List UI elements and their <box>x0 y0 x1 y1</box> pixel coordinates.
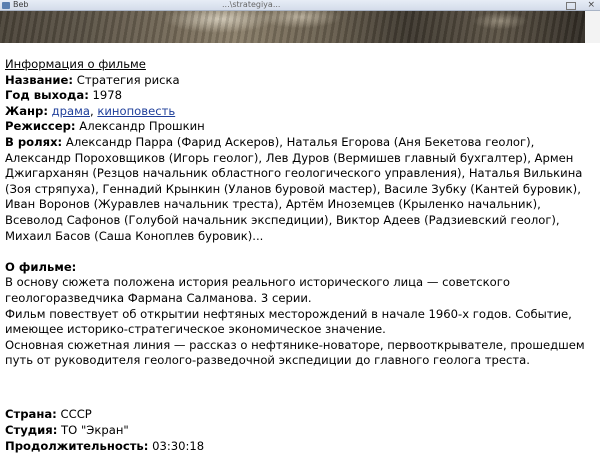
film-info: Информация о фильме Название: Стратегия … <box>5 57 595 454</box>
duration-row: Продолжительность: 03:30:18 <box>5 439 595 454</box>
genre-label: Жанр: <box>5 103 48 118</box>
cast-row: В ролях: Александр Парра (Фарид Аскеров)… <box>5 135 595 244</box>
cast-value: Александр Парра (Фарид Аскеров), Наталья… <box>5 134 583 243</box>
browser-top-bar: Beb ...\strategiya... × <box>0 0 600 11</box>
genre-row: Жанр: драма, киноповесть <box>5 104 595 120</box>
close-icon[interactable]: × <box>587 0 595 10</box>
cast-label: В ролях: <box>5 134 63 149</box>
genre-link-kinopovest[interactable]: киноповесть <box>97 104 175 118</box>
page-icon <box>2 1 10 9</box>
country-value: СССР <box>60 407 92 422</box>
title-row: Название: Стратегия риска <box>5 73 595 89</box>
title-value: Стратегия риска <box>76 72 180 87</box>
country-row: Страна: СССР <box>5 407 595 423</box>
page-margin <box>585 11 600 43</box>
section-title-info: Информация о фильме <box>5 57 146 71</box>
film-poster-image <box>0 11 585 43</box>
studio-row: Студия: ТО "Экран" <box>5 423 595 439</box>
studio-value: ТО "Экран" <box>61 423 129 438</box>
year-value: 1978 <box>92 88 123 103</box>
genre-link-drama[interactable]: драма <box>52 104 90 118</box>
duration-label: Продолжительность: <box>5 438 149 453</box>
year-label: Год выхода: <box>5 88 89 103</box>
about-paragraph-1: В основу сюжета положена история реально… <box>5 275 510 305</box>
director-row: Режиссер: Александр Прошкин <box>5 119 595 135</box>
address-bar[interactable]: ...\strategiya... <box>222 0 280 10</box>
country-label: Страна: <box>5 407 57 422</box>
browser-tab-title: Beb <box>13 0 29 9</box>
about-paragraph-2: Фильм повествует об открытии нефтяных ме… <box>5 306 572 337</box>
studio-label: Студия: <box>5 423 58 438</box>
about-paragraph-3: Основная сюжетная линия — рассказ о нефт… <box>5 337 585 368</box>
about-label: О фильме: <box>5 259 77 274</box>
director-value: Александр Прошкин <box>79 119 205 134</box>
duration-value: 03:30:18 <box>152 438 205 453</box>
maximize-icon[interactable] <box>566 2 576 10</box>
director-label: Режиссер: <box>5 119 76 134</box>
year-row: Год выхода: 1978 <box>5 88 595 104</box>
title-label: Название: <box>5 72 74 87</box>
browser-tab[interactable]: Beb <box>2 0 29 10</box>
genre-separator: , <box>90 103 94 118</box>
